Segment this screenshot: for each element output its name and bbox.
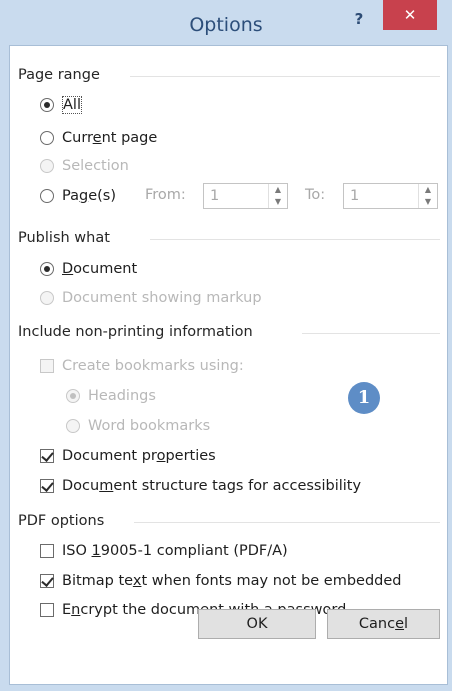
to-spinner-arrows: ▲ ▼ — [418, 184, 437, 208]
help-button[interactable]: ? — [345, 8, 373, 30]
checkbox-document-properties[interactable]: Document properties — [40, 446, 216, 466]
callout-badge: 1 — [348, 382, 380, 414]
options-dialog: Options ? ✕ Page range All Current page … — [0, 0, 452, 691]
from-label: From: — [145, 187, 186, 203]
radio-word-bookmarks[interactable]: Word bookmarks — [66, 416, 210, 436]
radio-document[interactable]: Document — [40, 259, 137, 279]
radio-word-bookmarks-indicator[interactable] — [66, 419, 80, 433]
to-up-arrow-icon[interactable]: ▲ — [419, 184, 437, 196]
radio-all-label: All — [62, 96, 82, 114]
radio-document-markup-label: Document showing markup — [62, 290, 262, 306]
checkbox-iso-label: ISO 19005-1 compliant (PDF/A) — [62, 543, 288, 559]
page-range-heading: Page range — [18, 67, 100, 83]
radio-all-indicator[interactable] — [40, 98, 54, 112]
pdf-options-divider — [134, 522, 440, 523]
ok-button[interactable]: OK — [198, 609, 316, 639]
checkbox-document-properties-box[interactable] — [40, 449, 54, 463]
checkbox-document-properties-label: Document properties — [62, 448, 216, 464]
radio-current-page-indicator[interactable] — [40, 131, 54, 145]
pdf-options-heading: PDF options — [18, 513, 105, 529]
checkbox-create-bookmarks-box[interactable] — [40, 359, 54, 373]
to-down-arrow-icon[interactable]: ▼ — [419, 196, 437, 208]
from-up-arrow-icon[interactable]: ▲ — [269, 184, 287, 196]
from-value[interactable]: 1 — [210, 188, 219, 204]
non-printing-divider — [302, 333, 440, 334]
publish-what-heading: Publish what — [18, 230, 110, 246]
publish-what-divider — [150, 239, 440, 240]
radio-word-bookmarks-label: Word bookmarks — [88, 418, 211, 434]
checkbox-bitmap-text-label: Bitmap text when fonts may not be embedd… — [62, 573, 402, 589]
radio-document-markup[interactable]: Document showing markup — [40, 288, 262, 308]
checkbox-create-bookmarks[interactable]: Create bookmarks using: — [40, 356, 244, 376]
checkbox-iso[interactable]: ISO 19005-1 compliant (PDF/A) — [40, 541, 288, 561]
to-spinner[interactable]: 1 ▲ ▼ — [343, 183, 438, 209]
radio-pages-indicator[interactable] — [40, 189, 54, 203]
to-value[interactable]: 1 — [350, 188, 359, 204]
radio-selection-indicator[interactable] — [40, 159, 54, 173]
radio-document-indicator[interactable] — [40, 262, 54, 276]
radio-pages-label: Page(s) — [62, 188, 116, 204]
cancel-button[interactable]: Cancel — [327, 609, 440, 639]
radio-all[interactable]: All — [40, 95, 82, 115]
radio-current-page-label: Current page — [62, 130, 158, 146]
radio-headings[interactable]: Headings — [66, 386, 156, 406]
page-range-divider — [130, 76, 440, 77]
non-printing-heading: Include non-printing information — [18, 324, 253, 340]
checkbox-create-bookmarks-label: Create bookmarks using: — [62, 358, 244, 374]
checkbox-bitmap-text[interactable]: Bitmap text when fonts may not be embedd… — [40, 571, 402, 591]
radio-selection-label: Selection — [62, 158, 129, 174]
from-down-arrow-icon[interactable]: ▼ — [269, 196, 287, 208]
checkbox-structure-tags-label: Document structure tags for accessibilit… — [62, 478, 362, 494]
checkbox-encrypt-box[interactable] — [40, 603, 54, 617]
radio-headings-indicator[interactable] — [66, 389, 80, 403]
checkbox-structure-tags-box[interactable] — [40, 479, 54, 493]
radio-headings-label: Headings — [88, 388, 156, 404]
from-spinner-arrows: ▲ ▼ — [268, 184, 287, 208]
radio-pages[interactable]: Page(s) — [40, 186, 116, 206]
title-bar: Options ? ✕ — [0, 0, 452, 44]
radio-current-page[interactable]: Current page — [40, 128, 157, 148]
radio-selection[interactable]: Selection — [40, 156, 129, 176]
checkbox-iso-box[interactable] — [40, 544, 54, 558]
radio-document-label: Document — [62, 261, 138, 277]
to-label: To: — [305, 187, 326, 203]
checkbox-bitmap-text-box[interactable] — [40, 574, 54, 588]
from-spinner[interactable]: 1 ▲ ▼ — [203, 183, 288, 209]
close-icon: ✕ — [403, 6, 417, 24]
close-button[interactable]: ✕ — [383, 0, 437, 30]
checkbox-structure-tags[interactable]: Document structure tags for accessibilit… — [40, 476, 361, 496]
radio-document-markup-indicator[interactable] — [40, 291, 54, 305]
